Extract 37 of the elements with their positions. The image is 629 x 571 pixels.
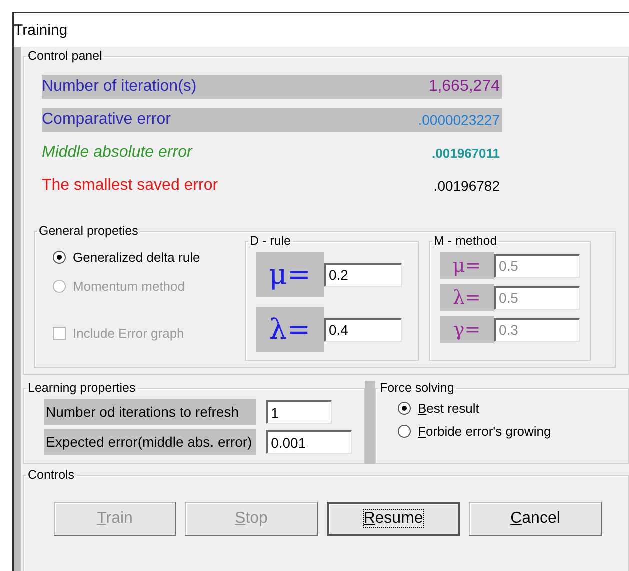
- radio-label: Momentum method: [73, 279, 185, 294]
- group-title: Learning properties: [28, 381, 136, 395]
- radio-button[interactable]: [398, 402, 411, 415]
- group-title: Force solving: [380, 381, 454, 395]
- radio-label: Forbide error's growing: [418, 424, 552, 439]
- radio-button[interactable]: [398, 425, 411, 438]
- symbol-label: λ=: [440, 284, 494, 311]
- symbol-label: μ=: [256, 252, 324, 297]
- checkbox-label: Include Error graph: [73, 326, 184, 341]
- radio-label: Best result: [418, 401, 480, 416]
- window-title: Training: [14, 22, 68, 38]
- group-title: M - method: [434, 234, 498, 248]
- stat-value: .001967011: [432, 146, 500, 160]
- radio-label: Generalized delta rule: [73, 250, 200, 265]
- dialog-button[interactable]: Resume: [327, 502, 460, 536]
- input-field[interactable]: 0.4: [324, 318, 402, 342]
- group-title: D - rule: [250, 234, 291, 248]
- input-field[interactable]: 1: [266, 400, 332, 424]
- stat-value: .00196782: [434, 178, 500, 194]
- group-title: Control panel: [28, 49, 102, 63]
- stat-label: The smallest saved error: [42, 177, 218, 195]
- dialog-button[interactable]: Cancel: [469, 502, 602, 536]
- stat-label: Comparative error: [42, 111, 171, 129]
- field-label: Number od iterations to refresh: [44, 399, 256, 425]
- stat-value: 1,665,274: [428, 78, 500, 96]
- stat-value: .0000023227: [418, 112, 500, 128]
- stat-label: Middle absolute error: [42, 144, 192, 162]
- group-title: Controls: [28, 468, 75, 482]
- input-field[interactable]: 0.2: [324, 262, 402, 286]
- stat-label: Number of iteration(s): [42, 78, 197, 96]
- symbol-label: γ=: [440, 316, 494, 343]
- field-label: Expected error(middle abs. error): [44, 429, 256, 455]
- radio-button[interactable]: [53, 251, 66, 264]
- input-field[interactable]: 0.001: [266, 430, 352, 454]
- symbol-label: λ=: [256, 307, 324, 352]
- symbol-label: μ=: [440, 252, 494, 279]
- group-title: General propeties: [39, 224, 138, 238]
